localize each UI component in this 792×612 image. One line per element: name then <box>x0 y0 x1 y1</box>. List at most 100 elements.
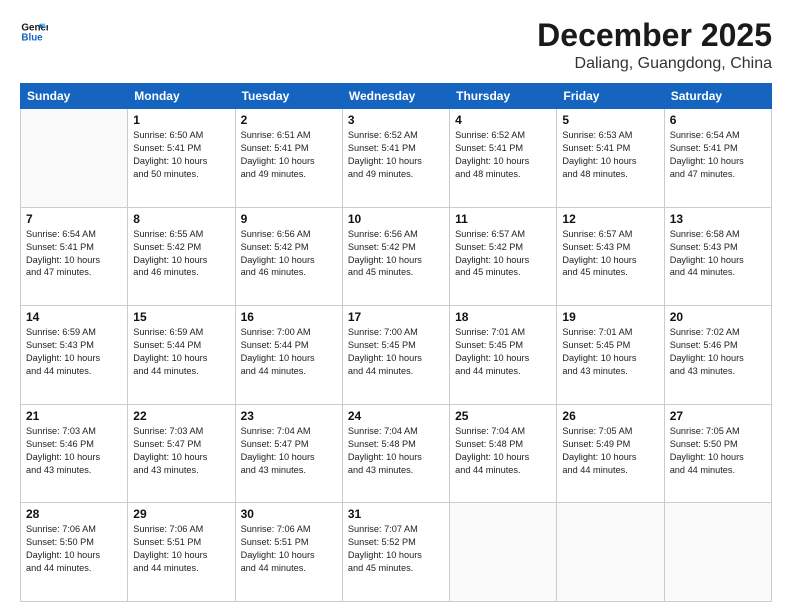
calendar-week-row: 1Sunrise: 6:50 AM Sunset: 5:41 PM Daylig… <box>21 109 772 208</box>
day-info: Sunrise: 6:55 AM Sunset: 5:42 PM Dayligh… <box>133 228 229 280</box>
calendar-cell: 1Sunrise: 6:50 AM Sunset: 5:41 PM Daylig… <box>128 109 235 208</box>
day-number: 31 <box>348 507 444 521</box>
day-number: 17 <box>348 310 444 324</box>
logo: General Blue <box>20 18 48 46</box>
calendar-cell <box>557 503 664 602</box>
svg-text:Blue: Blue <box>21 32 43 43</box>
day-info: Sunrise: 6:52 AM Sunset: 5:41 PM Dayligh… <box>455 129 551 181</box>
day-info: Sunrise: 7:00 AM Sunset: 5:44 PM Dayligh… <box>241 326 337 378</box>
day-info: Sunrise: 6:57 AM Sunset: 5:42 PM Dayligh… <box>455 228 551 280</box>
calendar-cell <box>450 503 557 602</box>
day-number: 23 <box>241 409 337 423</box>
weekday-header: Friday <box>557 84 664 109</box>
day-info: Sunrise: 7:01 AM Sunset: 5:45 PM Dayligh… <box>455 326 551 378</box>
page: General Blue December 2025 Daliang, Guan… <box>0 0 792 612</box>
calendar-cell: 8 Sunrise: 6:55 AM Sunset: 5:42 PM Daylig… <box>128 207 235 306</box>
weekday-header: Thursday <box>450 84 557 109</box>
location-title: Daliang, Guangdong, China <box>537 55 772 73</box>
calendar-cell: 24 Sunrise: 7:04 AM Sunset: 5:48 PM Dayli… <box>342 404 449 503</box>
calendar-cell: 12 Sunrise: 6:57 AM Sunset: 5:43 PM Dayli… <box>557 207 664 306</box>
weekday-header: Tuesday <box>235 84 342 109</box>
day-info: Sunrise: 7:03 AM Sunset: 5:46 PM Dayligh… <box>26 425 122 477</box>
day-info: Sunrise: 7:04 AM Sunset: 5:48 PM Dayligh… <box>455 425 551 477</box>
day-info: Sunrise: 7:06 AM Sunset: 5:50 PM Dayligh… <box>26 523 122 575</box>
calendar-cell: 2 Sunrise: 6:51 AM Sunset: 5:41 PM Daylig… <box>235 109 342 208</box>
day-number: 25 <box>455 409 551 423</box>
day-number: 15 <box>133 310 229 324</box>
calendar-body: 1Sunrise: 6:50 AM Sunset: 5:41 PM Daylig… <box>21 109 772 602</box>
calendar-cell: 14 Sunrise: 6:59 AM Sunset: 5:43 PM Dayli… <box>21 306 128 405</box>
day-info: Sunrise: 6:51 AM Sunset: 5:41 PM Dayligh… <box>241 129 337 181</box>
calendar-cell: 17 Sunrise: 7:00 AM Sunset: 5:45 PM Dayli… <box>342 306 449 405</box>
day-number: 18 <box>455 310 551 324</box>
day-number: 14 <box>26 310 122 324</box>
day-number: 16 <box>241 310 337 324</box>
day-info: Sunrise: 6:54 AM Sunset: 5:41 PM Dayligh… <box>670 129 766 181</box>
logo-icon: General Blue <box>20 18 48 46</box>
calendar-week-row: 21 Sunrise: 7:03 AM Sunset: 5:46 PM Dayli… <box>21 404 772 503</box>
calendar-cell: 15 Sunrise: 6:59 AM Sunset: 5:44 PM Dayli… <box>128 306 235 405</box>
day-number: 1 <box>133 113 229 127</box>
weekday-header: Sunday <box>21 84 128 109</box>
calendar-cell: 22Sunrise: 7:03 AM Sunset: 5:47 PM Dayli… <box>128 404 235 503</box>
calendar-cell: 9Sunrise: 6:56 AM Sunset: 5:42 PM Daylig… <box>235 207 342 306</box>
day-info: Sunrise: 7:04 AM Sunset: 5:48 PM Dayligh… <box>348 425 444 477</box>
calendar-cell: 26 Sunrise: 7:05 AM Sunset: 5:49 PM Dayli… <box>557 404 664 503</box>
day-number: 6 <box>670 113 766 127</box>
day-info: Sunrise: 7:06 AM Sunset: 5:51 PM Dayligh… <box>241 523 337 575</box>
day-info: Sunrise: 7:02 AM Sunset: 5:46 PM Dayligh… <box>670 326 766 378</box>
day-info: Sunrise: 6:52 AM Sunset: 5:41 PM Dayligh… <box>348 129 444 181</box>
day-info: Sunrise: 7:03 AM Sunset: 5:47 PM Dayligh… <box>133 425 229 477</box>
calendar-cell: 7Sunrise: 6:54 AM Sunset: 5:41 PM Daylig… <box>21 207 128 306</box>
weekday-header: Saturday <box>664 84 771 109</box>
calendar-cell: 23 Sunrise: 7:04 AM Sunset: 5:47 PM Dayli… <box>235 404 342 503</box>
day-info: Sunrise: 7:05 AM Sunset: 5:49 PM Dayligh… <box>562 425 658 477</box>
day-number: 2 <box>241 113 337 127</box>
day-info: Sunrise: 6:56 AM Sunset: 5:42 PM Dayligh… <box>348 228 444 280</box>
day-info: Sunrise: 6:58 AM Sunset: 5:43 PM Dayligh… <box>670 228 766 280</box>
calendar-cell: 27Sunrise: 7:05 AM Sunset: 5:50 PM Dayli… <box>664 404 771 503</box>
calendar: SundayMondayTuesdayWednesdayThursdayFrid… <box>20 83 772 602</box>
title-block: December 2025 Daliang, Guangdong, China <box>537 18 772 73</box>
day-info: Sunrise: 7:07 AM Sunset: 5:52 PM Dayligh… <box>348 523 444 575</box>
day-info: Sunrise: 7:04 AM Sunset: 5:47 PM Dayligh… <box>241 425 337 477</box>
day-number: 9 <box>241 212 337 226</box>
calendar-cell: 28Sunrise: 7:06 AM Sunset: 5:50 PM Dayli… <box>21 503 128 602</box>
day-number: 5 <box>562 113 658 127</box>
calendar-week-row: 7Sunrise: 6:54 AM Sunset: 5:41 PM Daylig… <box>21 207 772 306</box>
day-number: 24 <box>348 409 444 423</box>
day-info: Sunrise: 7:00 AM Sunset: 5:45 PM Dayligh… <box>348 326 444 378</box>
day-number: 27 <box>670 409 766 423</box>
calendar-cell: 30 Sunrise: 7:06 AM Sunset: 5:51 PM Dayli… <box>235 503 342 602</box>
day-number: 12 <box>562 212 658 226</box>
day-info: Sunrise: 7:06 AM Sunset: 5:51 PM Dayligh… <box>133 523 229 575</box>
day-number: 29 <box>133 507 229 521</box>
day-number: 30 <box>241 507 337 521</box>
day-number: 11 <box>455 212 551 226</box>
calendar-cell: 20 Sunrise: 7:02 AM Sunset: 5:46 PM Dayli… <box>664 306 771 405</box>
day-info: Sunrise: 6:59 AM Sunset: 5:44 PM Dayligh… <box>133 326 229 378</box>
calendar-cell: 13 Sunrise: 6:58 AM Sunset: 5:43 PM Dayli… <box>664 207 771 306</box>
calendar-cell: 10Sunrise: 6:56 AM Sunset: 5:42 PM Dayli… <box>342 207 449 306</box>
day-number: 20 <box>670 310 766 324</box>
day-number: 8 <box>133 212 229 226</box>
header: General Blue December 2025 Daliang, Guan… <box>20 18 772 73</box>
calendar-cell: 29 Sunrise: 7:06 AM Sunset: 5:51 PM Dayli… <box>128 503 235 602</box>
calendar-cell <box>664 503 771 602</box>
calendar-cell: 19 Sunrise: 7:01 AM Sunset: 5:45 PM Dayli… <box>557 306 664 405</box>
weekday-header-row: SundayMondayTuesdayWednesdayThursdayFrid… <box>21 84 772 109</box>
calendar-cell <box>21 109 128 208</box>
day-info: Sunrise: 6:53 AM Sunset: 5:41 PM Dayligh… <box>562 129 658 181</box>
day-number: 26 <box>562 409 658 423</box>
calendar-cell: 16 Sunrise: 7:00 AM Sunset: 5:44 PM Dayli… <box>235 306 342 405</box>
day-info: Sunrise: 7:01 AM Sunset: 5:45 PM Dayligh… <box>562 326 658 378</box>
calendar-cell: 6 Sunrise: 6:54 AM Sunset: 5:41 PM Daylig… <box>664 109 771 208</box>
month-title: December 2025 <box>537 18 772 53</box>
day-number: 13 <box>670 212 766 226</box>
day-number: 21 <box>26 409 122 423</box>
calendar-cell: 25 Sunrise: 7:04 AM Sunset: 5:48 PM Dayli… <box>450 404 557 503</box>
day-info: Sunrise: 6:59 AM Sunset: 5:43 PM Dayligh… <box>26 326 122 378</box>
day-info: Sunrise: 6:57 AM Sunset: 5:43 PM Dayligh… <box>562 228 658 280</box>
day-number: 19 <box>562 310 658 324</box>
weekday-header: Wednesday <box>342 84 449 109</box>
